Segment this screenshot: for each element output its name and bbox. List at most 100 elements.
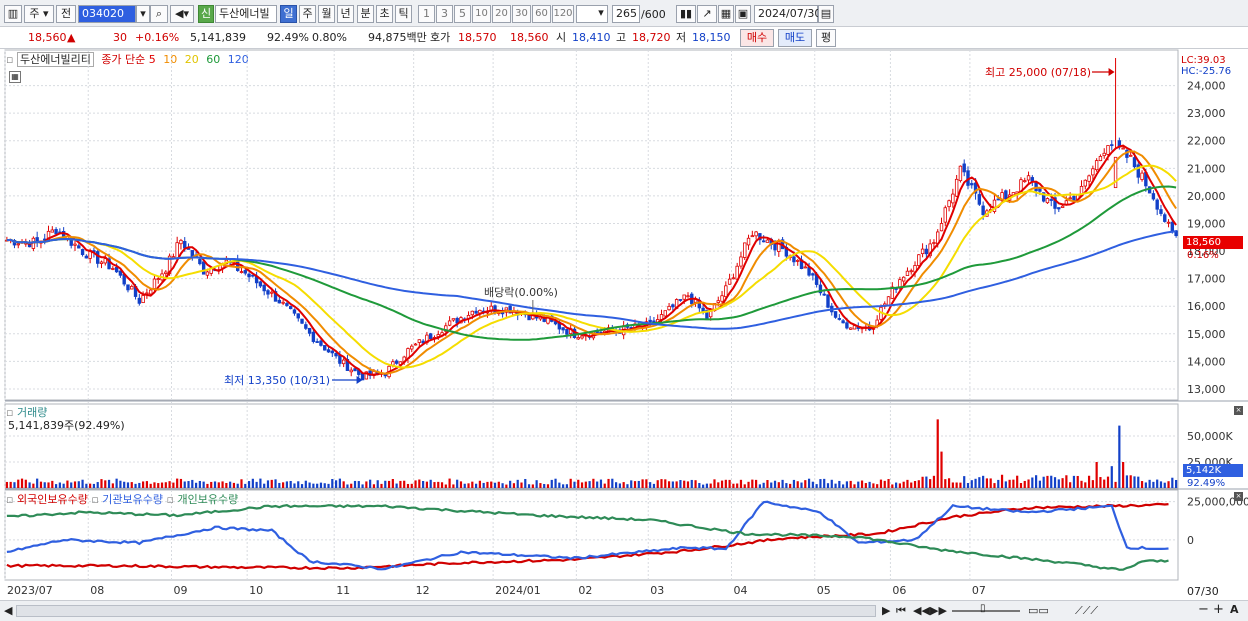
zoom-out-icon[interactable]: − [1198, 602, 1209, 617]
zoom-in-icon[interactable]: + [1213, 602, 1224, 617]
candle-body [171, 256, 176, 259]
current-price-tag: 18,560 [1183, 236, 1243, 249]
volume-bar [773, 480, 777, 488]
interval-60-button[interactable]: 60 [532, 5, 551, 23]
legend-ma-60: 60 [206, 53, 221, 66]
interval-5-button[interactable]: 5 [454, 5, 471, 23]
step-back-icon[interactable]: ◀◀ [913, 604, 930, 617]
interval-30-button[interactable]: 30 [512, 5, 531, 23]
candle-body [1011, 192, 1016, 196]
draw-tools-icon[interactable]: ⟋⟋⟋ [1075, 604, 1098, 618]
volume-bar [997, 479, 1000, 488]
calendar-icon[interactable]: ▤ [818, 5, 834, 23]
code-dropdown-icon[interactable]: ▾ [136, 5, 150, 23]
interval-dropdown-icon[interactable]: ▾ [594, 5, 608, 23]
legend-stock-name[interactable]: 두산에너빌리티 [16, 52, 94, 67]
volume-close-icon[interactable]: × [1234, 406, 1243, 415]
holdings-dot-icon-2: ▫ [91, 493, 99, 506]
search-icon[interactable]: ⌕ [150, 5, 168, 23]
scroll-left-icon[interactable]: ◀ [4, 604, 12, 617]
ma-line-60 [6, 185, 1177, 341]
candle-body [402, 356, 406, 363]
sell-button[interactable]: 매도 [778, 29, 812, 47]
candle-body [905, 270, 910, 276]
jump-first-icon[interactable]: ⏮ [896, 604, 906, 618]
change-value: 30 [113, 31, 127, 44]
chart-menu-icon[interactable]: ▥ [4, 5, 22, 23]
step-forward-icon[interactable]: ▶▶ [930, 604, 947, 617]
interval-1-button[interactable]: 1 [418, 5, 435, 23]
market-select[interactable]: 주 ▾ [24, 5, 54, 23]
candle-body [190, 250, 195, 257]
candle-body [788, 255, 792, 258]
candle-body [80, 249, 85, 256]
volume-bar [251, 478, 254, 488]
stock-code-input[interactable]: 034020 [78, 5, 136, 23]
volume-bar [1125, 475, 1129, 488]
low-label: 저 [676, 31, 687, 44]
period-month-button[interactable]: 월 [318, 5, 335, 23]
interval-3-button[interactable]: 3 [436, 5, 453, 23]
prev-button[interactable]: 전 [56, 5, 76, 23]
volume-bar [554, 478, 557, 488]
candle-type-icon[interactable]: ▮▮ [676, 5, 696, 23]
candle-body [360, 372, 365, 381]
font-size-icon[interactable]: A [1230, 603, 1239, 616]
save-icon[interactable]: ▣ [735, 5, 751, 23]
volume-bar [414, 480, 417, 488]
period-minute-button[interactable]: 분 [357, 5, 374, 23]
candle-body [118, 270, 123, 276]
volume-bar [1035, 475, 1038, 488]
eval-button[interactable]: 평 [816, 29, 836, 47]
volume-bar [596, 481, 599, 488]
volume-bar [376, 480, 379, 488]
date-input[interactable]: 2024/07/30 [754, 5, 821, 23]
volume-bar [448, 478, 451, 488]
candle-body [724, 285, 728, 298]
table-icon[interactable]: ▦ [9, 71, 21, 83]
candle-body [936, 231, 940, 244]
candle-body [633, 323, 637, 329]
buy-button[interactable]: 매수 [740, 29, 774, 47]
candle-body [625, 324, 630, 328]
candle-body [31, 237, 36, 249]
turnover-pct: 0.80% [312, 31, 347, 44]
candle-body [686, 295, 690, 298]
candle-body [830, 305, 834, 313]
grid-icon[interactable]: ▦ [718, 5, 734, 23]
period-tick-button[interactable]: 틱 [395, 5, 412, 23]
volume-bar [921, 476, 924, 488]
volume-bar [96, 482, 99, 488]
period-second-button[interactable]: 초 [376, 5, 393, 23]
interval-10-button[interactable]: 10 [472, 5, 491, 23]
interval-120-button[interactable]: 120 [552, 5, 574, 23]
line-tool-icon[interactable]: ↗ [697, 5, 717, 23]
candle-body [973, 182, 978, 194]
volume-bar [804, 480, 807, 488]
period-year-button[interactable]: 년 [337, 5, 354, 23]
zoom-slider-handle[interactable]: ▯ [980, 603, 986, 614]
volume-bar [936, 419, 939, 488]
zoom-slider[interactable] [952, 610, 1020, 612]
candle-body [716, 300, 720, 303]
scroll-track[interactable] [16, 605, 876, 617]
scroll-bar[interactable]: ◀ ▶ ⏮ ◀◀ ▶▶ ▯ ▭▭ ⟋⟋⟋ − + A [0, 600, 1248, 621]
count-input[interactable]: 265 [612, 5, 640, 23]
interval-20-button[interactable]: 20 [492, 5, 511, 23]
period-day-button[interactable]: 일 [280, 5, 297, 23]
sound-icon[interactable]: ◀▾ [170, 5, 194, 23]
volume-bar [1069, 482, 1072, 488]
volume-bar [1144, 482, 1147, 488]
volume-bar [1004, 481, 1007, 488]
chart-area[interactable]: 13,00014,00015,00016,00017,00018,00019,0… [0, 0, 1248, 621]
scroll-right-icon[interactable]: ▶ [882, 604, 890, 617]
holdings-close-icon[interactable]: × [1234, 492, 1243, 501]
bid-price: 18,560 [510, 31, 549, 44]
holdings-tick-label: 0 [1187, 534, 1194, 547]
period-week-button[interactable]: 주 [299, 5, 316, 23]
volume-bar [989, 478, 992, 488]
volume-bar [172, 482, 175, 488]
layout-icon[interactable]: ▭▭ [1028, 604, 1049, 617]
holdings-dot-icon: ▫ [6, 493, 14, 506]
info-badge[interactable]: 신 [198, 5, 214, 23]
